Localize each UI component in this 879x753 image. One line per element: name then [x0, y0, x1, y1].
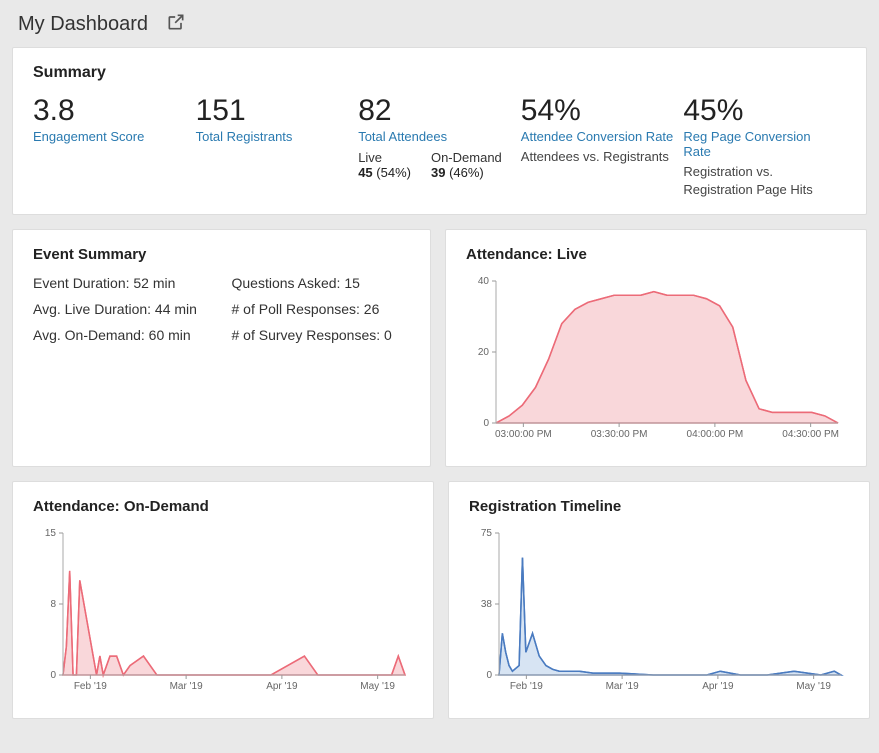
svg-text:75: 75 — [481, 528, 493, 539]
kpi-value: 151 — [196, 94, 349, 127]
kpi-link-attendees[interactable]: Total Attendees — [358, 129, 447, 144]
kpi-link-attendee-conv[interactable]: Attendee Conversion Rate — [521, 129, 673, 144]
svg-text:03:30:00 PM: 03:30:00 PM — [591, 429, 648, 440]
kpi-registrants: 151 Total Registrants — [196, 94, 359, 198]
attendees-ondemand: On-Demand 39 (46%) — [431, 150, 502, 180]
es-questions: Questions Asked: 15 — [232, 275, 411, 291]
es-avg-live: Avg. Live Duration: 44 min — [33, 301, 212, 317]
label: On-Demand — [431, 150, 502, 165]
kpi-sub: Attendees vs. Registrants — [521, 148, 674, 166]
attendance-ondemand-card: Attendance: On-Demand 0 8 15 Feb '19 Mar '19… — [12, 481, 434, 719]
chart-registration: 0 38 75 Feb '19 Mar '19 Apr '19 May '19 — [469, 527, 849, 702]
svg-text:8: 8 — [50, 599, 56, 610]
attendees-live: Live 45 (54%) — [358, 150, 411, 180]
summary-card: Summary 3.8 Engagement Score 151 Total R… — [12, 47, 867, 215]
summary-title: Summary — [33, 64, 846, 82]
svg-text:0: 0 — [50, 670, 56, 681]
kpi-value: 54% — [521, 94, 674, 127]
page-title: My Dashboard — [18, 13, 148, 36]
kpi-sub: Registration vs. Registration Page Hits — [683, 163, 836, 198]
event-summary-card: Event Summary Event Duration: 52 min Que… — [12, 229, 431, 467]
card-title: Attendance: On-Demand — [33, 498, 413, 515]
attendance-live-card: Attendance: Live 0 20 40 03:00:00 PM 03:30:0… — [445, 229, 867, 467]
card-title: Registration Timeline — [469, 498, 849, 515]
svg-text:Feb '19: Feb '19 — [74, 681, 107, 692]
es-surveys: # of Survey Responses: 0 — [232, 327, 411, 343]
kpi-value: 3.8 — [33, 94, 186, 127]
svg-text:04:00:00 PM: 04:00:00 PM — [687, 429, 744, 440]
kpi-engagement: 3.8 Engagement Score — [33, 94, 196, 198]
svg-text:03:00:00 PM: 03:00:00 PM — [495, 429, 552, 440]
kpi-link-registrants[interactable]: Total Registrants — [196, 129, 293, 144]
kpi-row: 3.8 Engagement Score 151 Total Registran… — [33, 94, 846, 198]
svg-text:15: 15 — [45, 528, 57, 539]
chart-ondemand: 0 8 15 Feb '19 Mar '19 Apr '19 May '19 — [33, 527, 413, 702]
kpi-attendees: 82 Total Attendees Live 45 (54%) On-Dema… — [358, 94, 521, 198]
svg-text:40: 40 — [478, 276, 490, 287]
count: 45 — [358, 165, 372, 180]
chart-live: 0 20 40 03:00:00 PM 03:30:00 PM 04:00:00 PM 04… — [466, 275, 846, 450]
svg-text:Apr '19: Apr '19 — [266, 681, 298, 692]
svg-text:Feb '19: Feb '19 — [510, 681, 543, 692]
registration-timeline-card: Registration Timeline 0 38 75 Feb '19 Mar '1… — [448, 481, 870, 719]
label: Live — [358, 150, 411, 165]
kpi-value: 82 — [358, 94, 511, 127]
pct: (54%) — [376, 165, 411, 180]
kpi-regpage-conv: 45% Reg Page Conversion Rate Registratio… — [683, 94, 846, 198]
kpi-link-regpage-conv[interactable]: Reg Page Conversion Rate — [683, 129, 836, 159]
svg-text:Mar '19: Mar '19 — [170, 681, 203, 692]
svg-text:04:30:00 PM: 04:30:00 PM — [782, 429, 839, 440]
svg-text:0: 0 — [483, 418, 489, 429]
svg-text:May '19: May '19 — [360, 681, 395, 692]
svg-text:Apr '19: Apr '19 — [702, 681, 734, 692]
page-header: My Dashboard — [12, 8, 867, 47]
count: 39 — [431, 165, 445, 180]
kpi-link-engagement[interactable]: Engagement Score — [33, 129, 144, 144]
es-duration: Event Duration: 52 min — [33, 275, 212, 291]
card-title: Event Summary — [33, 246, 410, 263]
kpi-value: 45% — [683, 94, 836, 127]
card-title: Attendance: Live — [466, 246, 846, 263]
es-polls: # of Poll Responses: 26 — [232, 301, 411, 317]
svg-text:Mar '19: Mar '19 — [606, 681, 639, 692]
svg-text:May '19: May '19 — [796, 681, 831, 692]
share-icon[interactable] — [166, 12, 186, 37]
pct: (46%) — [449, 165, 484, 180]
kpi-attendee-conv: 54% Attendee Conversion Rate Attendees v… — [521, 94, 684, 198]
svg-text:0: 0 — [486, 670, 492, 681]
es-avg-od: Avg. On-Demand: 60 min — [33, 327, 212, 343]
svg-text:38: 38 — [481, 599, 493, 610]
svg-text:20: 20 — [478, 347, 490, 358]
